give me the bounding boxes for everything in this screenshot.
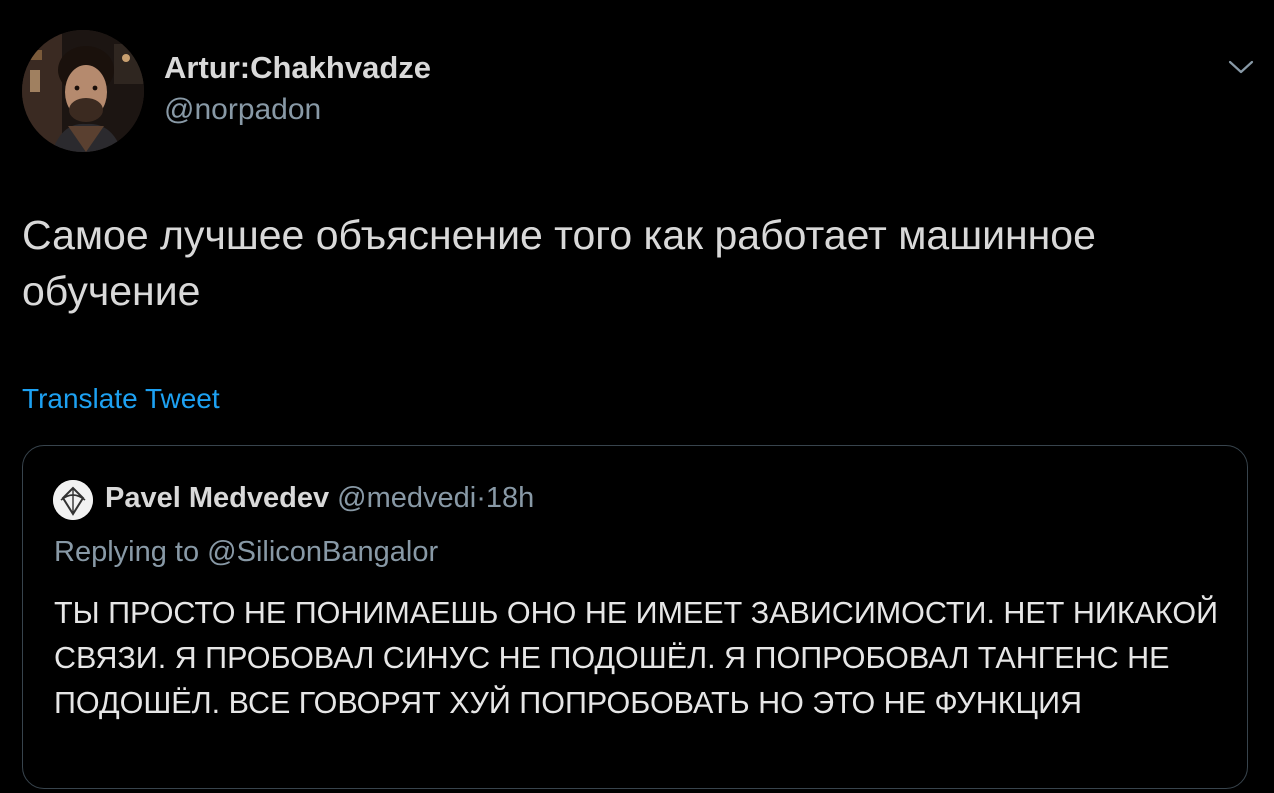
replying-mention[interactable]: @SiliconBangalor [207,536,438,568]
quoted-tweet[interactable]: Pavel Medvedev @medvedi·18h Replying to … [22,445,1248,789]
quoted-timestamp[interactable]: 18h [486,482,534,514]
chevron-down-icon[interactable] [1224,52,1258,80]
quoted-author-name[interactable]: Pavel Medvedev [105,482,329,514]
author-name[interactable]: Artur:Chakhvadze [164,50,431,86]
tweet: Artur:Chakhvadze @norpadon Самое лучшее … [0,0,1274,793]
quoted-author-avatar[interactable] [53,480,93,520]
author-avatar[interactable] [22,30,144,152]
quoted-separator: · [476,482,486,514]
replying-prefix: Replying to [54,536,200,568]
author-handle[interactable]: @norpadon [164,93,321,127]
quoted-author-avatar-image [53,480,93,520]
quoted-tweet-text: ТЫ ПРОСТО НЕ ПОНИМАЕШЬ ОНО НЕ ИМЕЕТ ЗАВИ… [54,596,1219,720]
author-avatar-image [22,30,144,152]
translate-tweet-link[interactable]: Translate Tweet [22,383,220,415]
replying-to: Replying to @SiliconBangalor [54,536,438,569]
quoted-header: Pavel Medvedev @medvedi·18h [105,482,534,515]
tweet-text: Самое лучшее объяснение того как работае… [22,212,1096,314]
quoted-author-handle[interactable]: @medvedi [337,482,476,514]
